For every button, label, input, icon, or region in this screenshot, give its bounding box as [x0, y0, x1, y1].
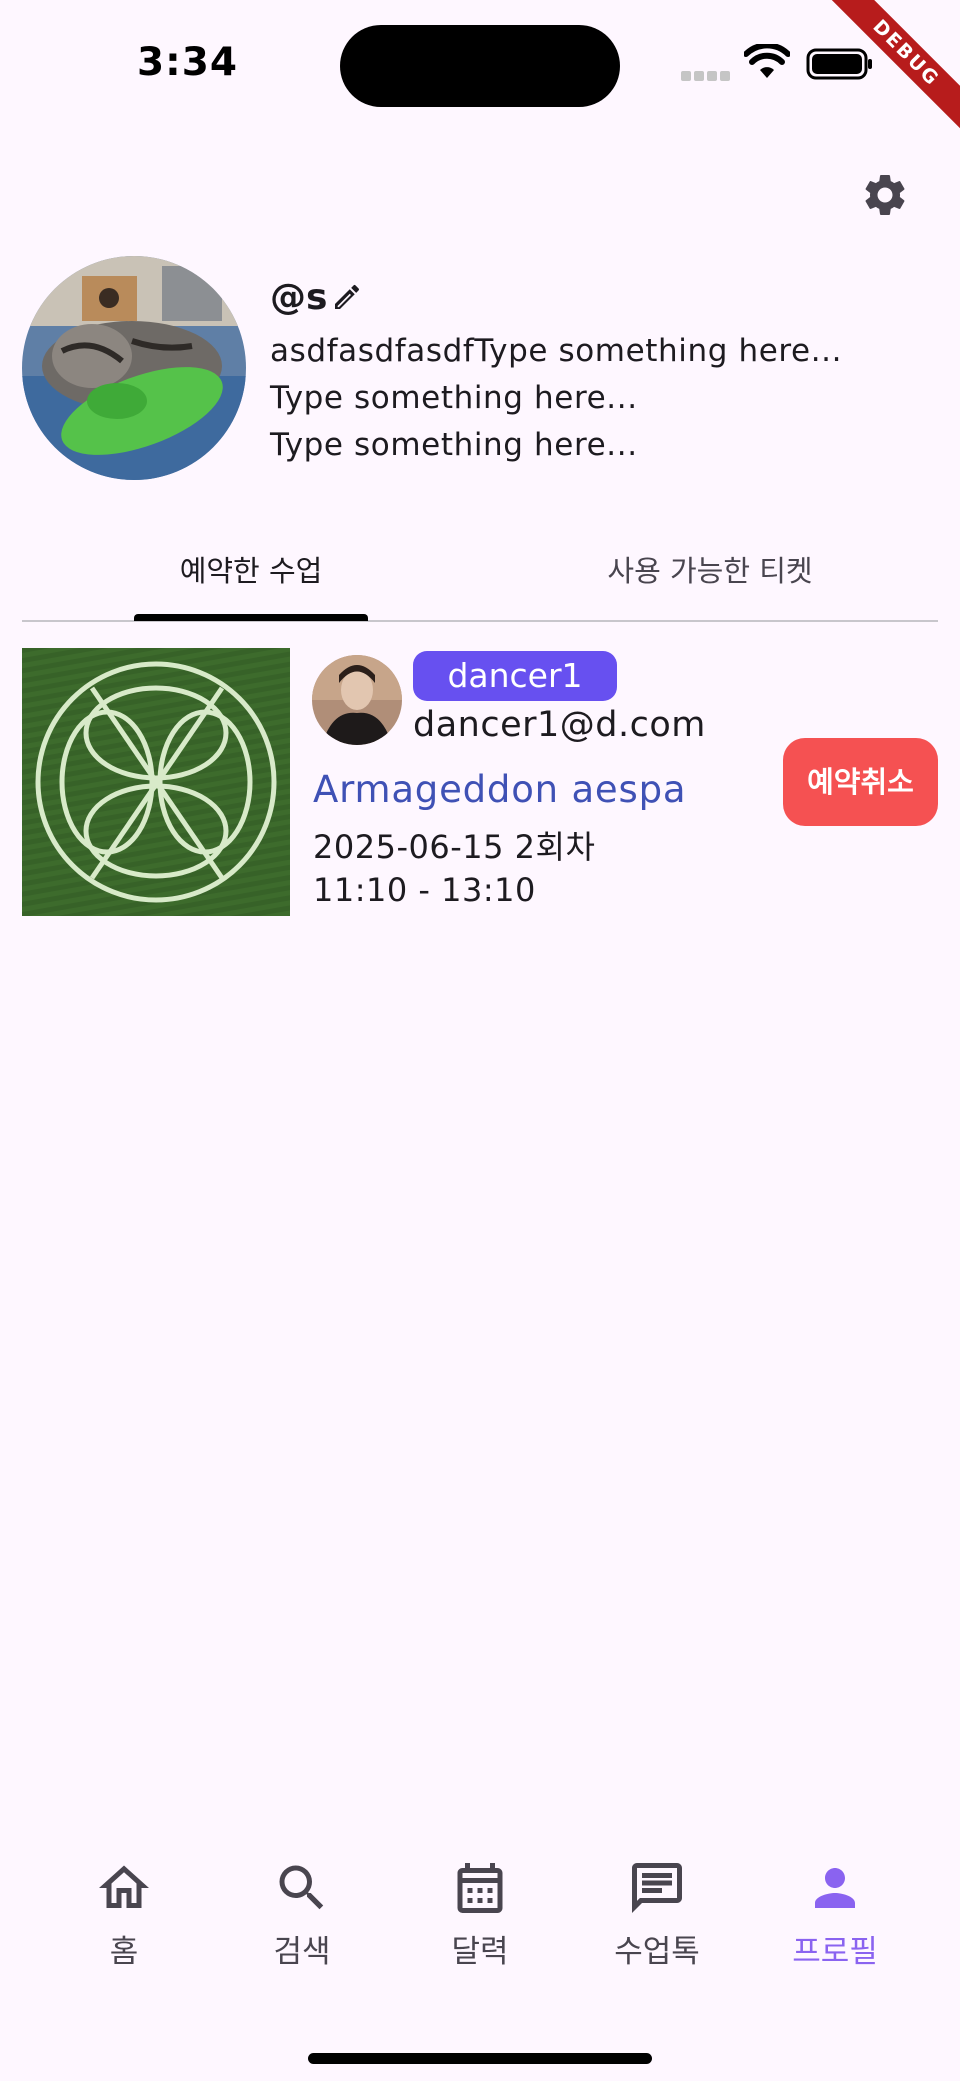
instructor-photo: [312, 655, 402, 745]
edit-pencil-icon[interactable]: [331, 281, 363, 313]
nav-item-calendar[interactable]: 달력: [420, 1858, 540, 1971]
tab-indicator: [134, 614, 368, 621]
cat-photo: [22, 256, 246, 480]
class-title[interactable]: Armageddon aespa: [313, 768, 686, 811]
cancel-reservation-button[interactable]: 예약취소: [783, 738, 938, 826]
nav-item-profile[interactable]: 프로필: [775, 1858, 895, 1971]
nav-label-profile: 프로필: [792, 1934, 878, 1970]
instructor-name-badge: dancer1: [413, 651, 617, 701]
nav-label-home: 홈: [109, 1934, 139, 1970]
nav-item-chat[interactable]: 수업톡: [597, 1858, 717, 1971]
bio-line-1: asdfasdfasdfType something here...: [270, 333, 843, 369]
person-icon: [815, 1868, 855, 1908]
profile-avatar[interactable]: [22, 256, 246, 480]
chat-icon: [632, 1863, 682, 1913]
settings-gear-icon[interactable]: [860, 170, 910, 220]
instructor-avatar[interactable]: [312, 655, 402, 745]
bio-line-2: Type something here...: [270, 380, 638, 416]
tab-reserved-classes[interactable]: 예약한 수업: [101, 548, 401, 590]
username-row: @s: [270, 275, 363, 319]
class-date-session: 2025-06-15 2회차: [313, 828, 596, 866]
class-time-range: 11:10 - 13:10: [313, 871, 536, 909]
nav-label-calendar: 달력: [451, 1934, 509, 1970]
bio-line-3: Type something here...: [270, 427, 638, 463]
wifi-icon: [744, 44, 790, 78]
calendar-icon: [457, 1863, 503, 1913]
cellular-signal-icon: [681, 66, 733, 81]
tab-available-tickets[interactable]: 사용 가능한 티켓: [560, 548, 860, 590]
instructor-email: dancer1@d.com: [413, 705, 706, 745]
nav-item-home[interactable]: 홈: [64, 1858, 184, 1971]
nav-item-search[interactable]: 검색: [242, 1858, 362, 1971]
class-thumbnail[interactable]: [22, 648, 290, 916]
nav-label-search: 검색: [273, 1934, 331, 1970]
dynamic-island: [340, 25, 620, 107]
search-icon: [279, 1865, 324, 1910]
username: @s: [270, 276, 328, 318]
nav-label-chat: 수업톡: [614, 1934, 700, 1970]
home-icon: [99, 1865, 149, 1908]
status-time: 3:34: [137, 40, 239, 85]
home-indicator: [308, 2053, 652, 2064]
battery-icon: [806, 48, 872, 80]
